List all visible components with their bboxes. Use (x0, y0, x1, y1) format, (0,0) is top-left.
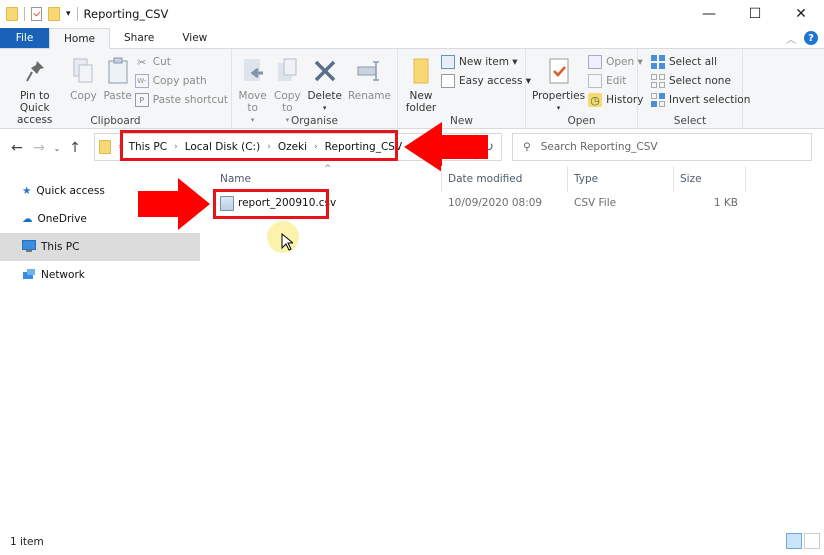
tab-home[interactable]: Home (49, 28, 111, 49)
column-header-size[interactable]: Size (674, 166, 746, 192)
red-arrow-left-annotation (404, 122, 488, 172)
properties-checkmark-icon (545, 56, 573, 86)
clipboard-group: Pin to Quick access Copy Paste ✂ Cut W- Co… (0, 49, 232, 129)
copy-icon (69, 56, 97, 86)
ribbon: Pin to Quick access Copy Paste ✂ Cut W- Co… (0, 49, 824, 129)
pin-icon (21, 56, 49, 86)
invert-selection-icon (651, 93, 665, 107)
file-list: ^ Name Date modified Type Size report_20… (200, 164, 824, 526)
up-button[interactable]: ↑ (64, 140, 86, 156)
open-group: Properties ▾ Open ▾ Edit ◷ History Open (526, 49, 643, 129)
collapse-ribbon-icon[interactable]: ︿ (786, 31, 796, 46)
star-icon: ★ (22, 185, 32, 197)
cut-button[interactable]: ✂ Cut (135, 54, 228, 70)
new-folder-icon[interactable] (48, 7, 60, 21)
file-date-cell: 10/09/2020 08:09 (448, 197, 543, 209)
group-label: Organise (291, 115, 338, 127)
group-label: Clipboard (90, 115, 141, 127)
status-bar: 1 item (0, 528, 824, 555)
customize-dropdown-icon[interactable]: ▾ (66, 9, 71, 19)
help-icon[interactable]: ? (804, 31, 818, 45)
new-group: New folder New item ▾ Easy access ▾ New (398, 49, 531, 129)
open-icon (588, 55, 603, 69)
address-highlight-box (120, 130, 398, 161)
forward-button[interactable]: → (28, 140, 50, 156)
column-header-type[interactable]: Type (568, 166, 674, 192)
scissors-icon: ✂ (137, 55, 147, 69)
rename-icon (355, 56, 383, 86)
sidebar-item-network[interactable]: Network (0, 261, 200, 289)
select-none-icon (651, 74, 665, 88)
maximize-button[interactable]: ☐ (732, 0, 778, 28)
copy-path-icon: W- (134, 74, 149, 88)
window-title: Reporting_CSV (83, 7, 169, 21)
search-input[interactable]: ⚲ Search Reporting_CSV (512, 133, 812, 161)
divider (76, 7, 78, 21)
large-icons-view-button[interactable] (804, 533, 820, 549)
clipboard-icon (104, 56, 132, 86)
folder-icon (99, 140, 111, 154)
history-button[interactable]: ◷ History (588, 92, 643, 108)
group-label: Open (567, 115, 596, 127)
move-to-icon (239, 56, 267, 86)
copy-to-icon (273, 56, 301, 86)
tab-view[interactable]: View (168, 28, 221, 48)
edit-button[interactable]: Edit (588, 73, 643, 89)
paste-shortcut-button[interactable]: P Paste shortcut (134, 92, 228, 108)
ribbon-tabs: File Home Share View ︿ ? (0, 28, 824, 49)
open-button[interactable]: Open ▾ (588, 54, 643, 70)
item-count: 1 item (10, 535, 44, 548)
mouse-cursor-icon (281, 233, 293, 251)
properties-icon[interactable] (31, 7, 42, 21)
easy-access-icon (441, 74, 455, 88)
copy-path-button[interactable]: W- Copy path (134, 73, 228, 89)
organise-group: Move to ▾ Copy to ▾ Delete ▾ Rename Organis… (232, 49, 398, 129)
title-bar: ▾ Reporting_CSV — ☐ ✕ (0, 0, 824, 28)
folder-icon (407, 56, 435, 86)
new-item-icon (441, 55, 455, 69)
edit-icon (588, 74, 603, 88)
folder-icon[interactable] (6, 7, 18, 21)
back-button[interactable]: ← (6, 140, 28, 156)
sidebar-item-this-pc[interactable]: This PC (0, 233, 200, 261)
history-icon: ◷ (588, 93, 603, 107)
close-button[interactable]: ✕ (778, 0, 824, 28)
select-group: Select all Select none Invert selection … (638, 49, 750, 129)
computer-icon (22, 239, 36, 255)
quick-access-toolbar: ▾ (6, 7, 78, 21)
cloud-icon: ☁ (22, 213, 33, 225)
tab-file[interactable]: File (0, 28, 49, 48)
recent-locations-button[interactable]: ⌄ (50, 144, 64, 153)
select-all-icon (651, 55, 665, 69)
file-type-cell: CSV File (574, 197, 617, 209)
new-item-button[interactable]: New item ▾ (441, 54, 531, 70)
column-header-date[interactable]: Date modified (442, 166, 568, 192)
search-icon: ⚲ (523, 141, 531, 153)
network-icon (22, 268, 36, 283)
paste-shortcut-icon: P (134, 93, 149, 107)
divider (24, 7, 25, 21)
select-none-button[interactable]: Select none (651, 73, 750, 89)
minimize-button[interactable]: — (686, 0, 732, 28)
invert-selection-button[interactable]: Invert selection (651, 92, 750, 108)
easy-access-button[interactable]: Easy access ▾ (441, 73, 531, 89)
select-all-button[interactable]: Select all (651, 54, 750, 70)
file-highlight-box (213, 189, 329, 219)
delete-x-icon (311, 56, 339, 86)
file-size-cell: 1 KB (713, 197, 738, 209)
tab-share[interactable]: Share (110, 28, 168, 48)
details-view-button[interactable] (786, 533, 802, 549)
group-label: Select (673, 115, 707, 127)
